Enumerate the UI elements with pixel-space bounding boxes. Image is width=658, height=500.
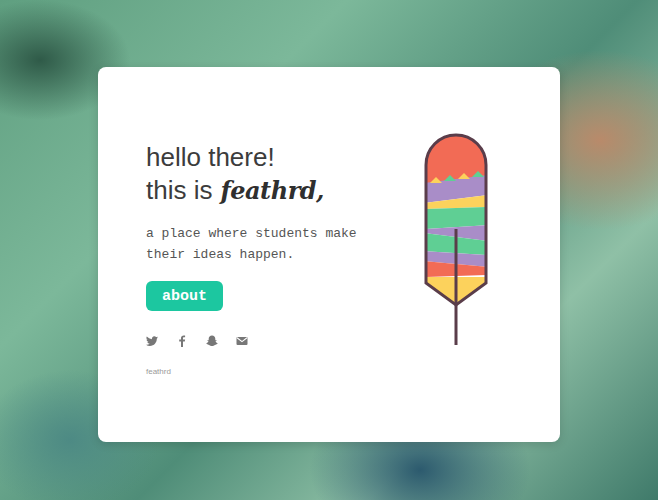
intro-line: this isfeathrd, [146, 174, 324, 207]
tagline: a place where students make their ideas … [146, 223, 371, 265]
twitter-link[interactable] [146, 335, 158, 347]
snapchat-link[interactable] [206, 335, 218, 347]
email-icon[interactable] [236, 335, 248, 347]
social-links [146, 335, 248, 347]
facebook-link[interactable] [176, 335, 188, 347]
brand-name: feathrd, [220, 174, 323, 207]
intro-card: hello there!this isfeathrd, a place where… [98, 67, 560, 442]
intro-text: this is [146, 174, 212, 207]
headline: hello there!this isfeathrd, [146, 141, 324, 207]
footer-text: feathrd [146, 367, 171, 376]
facebook-icon[interactable] [176, 335, 188, 347]
intro-column: hello there!this isfeathrd, a place where… [146, 141, 371, 376]
email-link[interactable] [236, 335, 248, 347]
feather-icon [424, 133, 488, 348]
snapchat-icon[interactable] [206, 335, 218, 347]
about-button[interactable]: about [146, 281, 223, 311]
greeting: hello there! [146, 141, 324, 174]
twitter-icon[interactable] [146, 335, 158, 347]
